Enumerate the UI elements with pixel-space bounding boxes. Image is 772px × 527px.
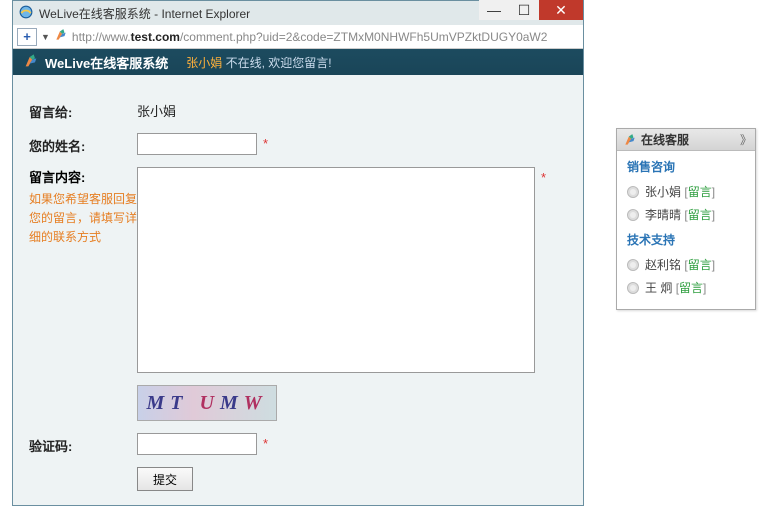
close-button[interactable]: ✕ [539,0,583,20]
online-service-panel: 在线客服 》 销售咨询 张小娟 [留言] 李晴晴 [留言] 技术支持 赵利铭 [… [616,128,756,310]
window-title: WeLive在线客服系统 - Internet Explorer [39,5,250,22]
collapse-icon[interactable]: 》 [740,131,749,148]
message-form: 留言给: 张小娟 您的姓名: * 留言内容: 如果您希望客服回复您的留言，请填写… [13,75,583,527]
new-tab-button[interactable]: + [17,28,37,46]
panel-title: 在线客服 [641,131,689,148]
minimize-button[interactable]: — [479,0,509,20]
agent-name: 张小娟 [186,56,222,70]
captcha-image[interactable]: MT UMW [137,385,277,421]
submit-button[interactable]: 提交 [137,467,193,491]
content-textarea[interactable] [137,167,535,373]
panel-header: 在线客服 》 [617,129,755,151]
avatar-icon [627,282,639,294]
avatar-icon [627,259,639,271]
feather-icon [23,53,45,72]
captcha-label: 验证码: [29,433,137,455]
address-bar[interactable]: http://www.test.com/comment.php?uid=2&co… [72,30,579,44]
agent-item[interactable]: 王 炯 [留言] [617,276,755,299]
panel-body: 销售咨询 张小娟 [留言] 李晴晴 [留言] 技术支持 赵利铭 [留言] 王 炯… [617,151,755,309]
content-label: 留言内容: 如果您希望客服回复您的留言，请填写详细的联系方式 [29,167,137,248]
agent-item[interactable]: 张小娟 [留言] [617,180,755,203]
address-bar-row: + ▼ http://www.test.com/comment.php?uid=… [13,25,583,49]
name-input[interactable] [137,133,257,155]
title-bar: WeLive在线客服系统 - Internet Explorer — ☐ ✕ [13,1,583,25]
recipient-label: 留言给: [29,99,137,121]
required-mark: * [263,133,268,151]
group-tech: 技术支持 [617,226,755,253]
captcha-input[interactable] [137,433,257,455]
ie-icon [19,5,33,22]
avatar-icon [627,186,639,198]
required-mark: * [541,167,546,185]
window-buttons: — ☐ ✕ [479,0,583,20]
app-header: WeLive在线客服系统 张小娟 不在线, 欢迎您留言! [13,49,583,75]
browser-window: WeLive在线客服系统 - Internet Explorer — ☐ ✕ +… [12,0,584,506]
recipient-name: 张小娟 [137,99,176,120]
agent-item[interactable]: 李晴晴 [留言] [617,203,755,226]
leave-message-link[interactable]: 留言 [688,206,712,223]
app-title: WeLive在线客服系统 [45,53,168,72]
tab-dropdown-icon[interactable]: ▼ [41,32,50,42]
leave-message-link[interactable]: 留言 [679,279,703,296]
group-sales: 销售咨询 [617,153,755,180]
agent-item[interactable]: 赵利铭 [留言] [617,253,755,276]
feather-icon [54,28,68,45]
leave-message-link[interactable]: 留言 [688,183,712,200]
maximize-button[interactable]: ☐ [509,0,539,20]
avatar-icon [627,209,639,221]
feather-icon [623,133,637,147]
status-message: 张小娟 不在线, 欢迎您留言! [186,54,331,71]
required-mark: * [263,433,268,451]
leave-message-link[interactable]: 留言 [688,256,712,273]
name-label: 您的姓名: [29,133,137,155]
content-hint: 如果您希望客服回复您的留言，请填写详细的联系方式 [29,190,137,248]
